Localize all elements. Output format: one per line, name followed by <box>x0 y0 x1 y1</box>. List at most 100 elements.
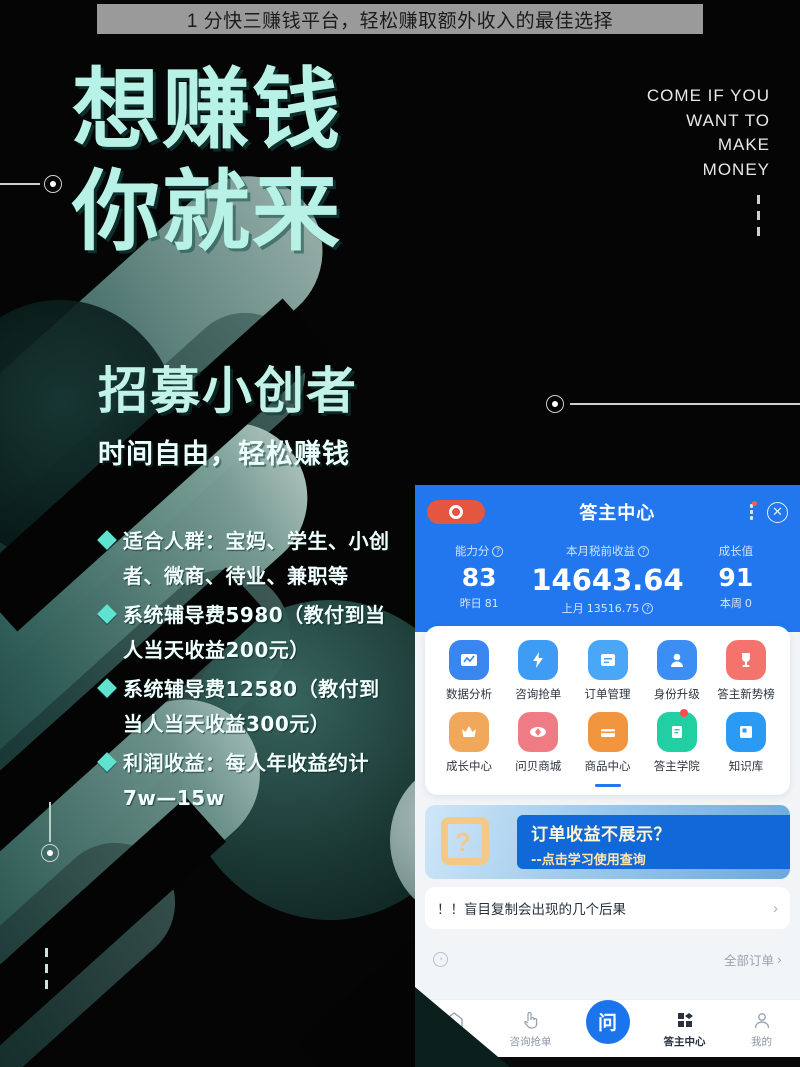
stat-label-text: 成长值 <box>718 544 754 558</box>
bullet-item: 系统辅导费5980（教付到当人当天收益200元） <box>97 598 392 668</box>
stat-value: 14643.64 <box>531 563 684 597</box>
info-icon[interactable]: ? <box>642 602 654 614</box>
stat-sub-value: 81 <box>484 596 499 610</box>
quick-action-order-manage[interactable]: 订单管理 <box>576 640 640 702</box>
quick-action-label: 数据分析 <box>446 687 492 701</box>
bullet-text: 利润收益：每人年收益约计7w—15w <box>123 751 369 810</box>
notification-dot-icon <box>752 501 757 507</box>
close-icon[interactable]: ✕ <box>767 501 788 523</box>
decor-capsule-6 <box>0 818 200 1067</box>
poster-headline: 想赚钱 你就来 <box>72 66 342 256</box>
order-summary-bar: ◔ 全部订单 › <box>425 939 790 979</box>
quick-action-label: 商品中心 <box>584 759 631 773</box>
stat-label: 能力分 ? <box>427 543 531 559</box>
badge-dot-icon <box>679 709 688 717</box>
diamond-bullet-icon <box>97 530 117 550</box>
decor-dashes-right <box>757 195 760 243</box>
all-orders-link[interactable]: 全部订单 › <box>724 950 782 969</box>
tab-ask[interactable]: 问 <box>569 999 646 1044</box>
list-item[interactable]: ！！盲目复制会出现的几个后果 › <box>425 887 790 929</box>
stat-value: 83 <box>461 563 497 592</box>
stat-sub-prefix: 上月 <box>561 602 584 615</box>
carousel-indicator <box>594 784 621 787</box>
english-line-2: WANT TO <box>686 110 770 130</box>
quick-action-growth-center[interactable]: 成长中心 <box>437 712 501 774</box>
english-line-3: MAKE <box>717 135 770 155</box>
promo-line-1: 订单收益不展示？ <box>531 825 671 845</box>
lightning-icon <box>518 640 559 680</box>
quick-action-gem-mall[interactable]: 问贝商城 <box>506 712 570 774</box>
tab-answerer-center[interactable]: 答主中心 <box>646 1008 723 1049</box>
all-orders-label: 全部订单 <box>723 952 774 968</box>
page-title: 1 分快三赚钱平台，轻松赚取额外收入的最佳选择 <box>186 10 614 32</box>
crown-icon <box>449 712 489 752</box>
stat-sub-prefix: 本周 <box>719 597 742 610</box>
quick-action-knowledge-base[interactable]: 知识库 <box>714 712 778 774</box>
decor-dashes-left <box>45 948 48 996</box>
decor-marker-left-bottom <box>41 802 59 862</box>
quick-action-label: 答主学院 <box>653 759 700 773</box>
diamond-bullet-icon <box>97 604 117 624</box>
subheading-caption: 时间自由，轻松赚钱 <box>98 439 350 470</box>
document-icon <box>587 640 628 680</box>
quick-action-academy[interactable]: 答主学院 <box>645 709 709 774</box>
quick-action-consult-grab[interactable]: 咨询抢单 <box>506 640 570 702</box>
headline-line-2: 你就来 <box>72 160 343 263</box>
chart-line-icon <box>449 640 489 680</box>
english-line-4: MONEY <box>702 159 770 179</box>
user-upgrade-icon <box>656 640 697 680</box>
stat-sub-value: 0 <box>744 596 752 610</box>
stat-sub-value: 13516.75 <box>586 601 640 615</box>
promo-banner[interactable]: ? 订单收益不展示？ --点击学习使用查询 <box>425 805 790 879</box>
diamond-bullet-icon <box>97 678 117 698</box>
stat-sub: 本周 0 <box>684 595 788 611</box>
poster-bullet-list: 适合人群：宝妈、学生、小创者、微商、待业、兼职等 系统辅导费5980（教付到当人… <box>97 524 392 820</box>
quick-actions-row-1: 数据分析 咨询抢单 订单管理 身份升级 答主新势榜 <box>431 640 784 702</box>
promo-text-strip: 订单收益不展示？ --点击学习使用查询 <box>517 815 790 869</box>
app-header: 答主中心 ✕ 能力分 ? 83 昨日 81 本月税前收益 ? 14643.64 … <box>415 485 800 632</box>
info-icon[interactable]: ? <box>492 545 504 557</box>
stat-growth-value: 成长值 91 本周 0 <box>684 543 788 616</box>
list-item-text: ！！盲目复制会出现的几个后果 <box>437 902 626 918</box>
stat-label-text: 本月税前收益 <box>566 544 635 558</box>
box-icon <box>587 712 628 752</box>
quick-action-label: 答主新势榜 <box>717 687 775 701</box>
headline-line-1: 想赚钱 <box>72 58 343 161</box>
trophy-icon <box>726 640 766 680</box>
quick-action-label: 订单管理 <box>584 687 631 701</box>
app-title-bar: 答主中心 ✕ <box>427 495 788 529</box>
gem-icon <box>518 712 559 752</box>
stat-value: 91 <box>718 563 754 592</box>
quick-action-data-analysis[interactable]: 数据分析 <box>437 640 501 702</box>
quick-action-label: 身份升级 <box>653 687 700 701</box>
promo-line-2: --点击学习使用查询 <box>531 853 646 868</box>
quick-action-label: 成长中心 <box>446 759 492 773</box>
book-icon <box>656 709 697 752</box>
tab-mine[interactable]: 我的 <box>723 1008 800 1049</box>
subheading-title: 招募小创者 <box>98 362 358 420</box>
more-options-icon[interactable] <box>749 501 757 520</box>
quick-action-product-center[interactable]: 商品中心 <box>576 712 640 774</box>
quick-action-label: 咨询抢单 <box>515 687 562 701</box>
stat-sub-prefix: 昨日 <box>459 597 482 610</box>
quick-actions-card: 数据分析 咨询抢单 订单管理 身份升级 答主新势榜 成长中心 问贝商城 商品中心… <box>425 626 790 795</box>
stat-label: 成长值 <box>684 543 788 559</box>
quick-action-identity-upgrade[interactable]: 身份升级 <box>645 640 709 702</box>
app-screenshot-panel: 答主中心 ✕ 能力分 ? 83 昨日 81 本月税前收益 ? 14643.64 … <box>415 485 800 1067</box>
stat-label: 本月税前收益 ? <box>531 543 683 559</box>
ask-fab-icon[interactable]: 问 <box>585 999 630 1044</box>
chevron-right-icon: › <box>777 951 782 967</box>
page-title-banner: 1 分快三赚钱平台，轻松赚取额外收入的最佳选择 <box>97 4 703 34</box>
bullet-text: 系统辅导费12580（教付到当人当天收益300元） <box>123 677 380 736</box>
stats-row: 能力分 ? 83 昨日 81 本月税前收益 ? 14643.64 上月 1351… <box>427 543 788 616</box>
stat-monthly-income: 本月税前收益 ? 14643.64 上月 13516.75 ? <box>531 543 683 616</box>
english-line-1: COME IF YOU <box>646 86 770 105</box>
bullet-text: 系统辅导费5980（教付到当人当天收益200元） <box>123 603 386 662</box>
quick-action-rank-board[interactable]: 答主新势榜 <box>714 640 778 702</box>
info-icon[interactable]: ? <box>638 545 649 557</box>
question-mark-icon: ? <box>455 827 471 857</box>
english-tagline: COME IF YOU WANT TO MAKE MONEY <box>647 84 770 183</box>
stat-sub: 上月 13516.75 ? <box>531 600 683 616</box>
tab-label: 我的 <box>751 1036 772 1048</box>
record-indicator-icon <box>427 500 485 524</box>
